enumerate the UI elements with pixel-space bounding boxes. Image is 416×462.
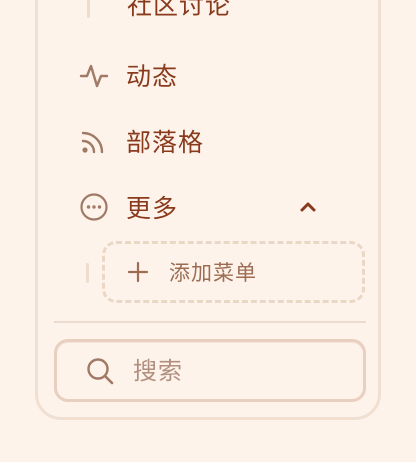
sidebar-item-label: 更多: [126, 194, 179, 223]
chevron-up-icon[interactable]: [300, 199, 316, 215]
search-box[interactable]: [54, 339, 366, 402]
plus-icon: [127, 261, 149, 283]
more-icon: [78, 191, 110, 223]
sidebar-item-community-discussion[interactable]: 社区讨论: [127, 0, 231, 22]
submenu-tree-line: [86, 263, 89, 283]
search-icon: [87, 357, 114, 384]
search-input[interactable]: [131, 355, 335, 386]
sidebar-item-label: 部落格: [126, 128, 205, 157]
sidebar-item-label: 动态: [126, 62, 179, 91]
add-menu-label: 添加菜单: [169, 261, 257, 285]
nav-tree-line: [87, 0, 90, 18]
sidebar-item-activity[interactable]: 动态: [42, 51, 354, 99]
divider: [54, 321, 366, 323]
sidebar-item-more[interactable]: 更多: [42, 183, 354, 231]
rss-icon: [78, 125, 110, 157]
activity-icon: [78, 59, 110, 91]
add-menu-button[interactable]: 添加菜单: [102, 241, 365, 303]
sidebar-item-blog[interactable]: 部落格: [42, 117, 354, 165]
